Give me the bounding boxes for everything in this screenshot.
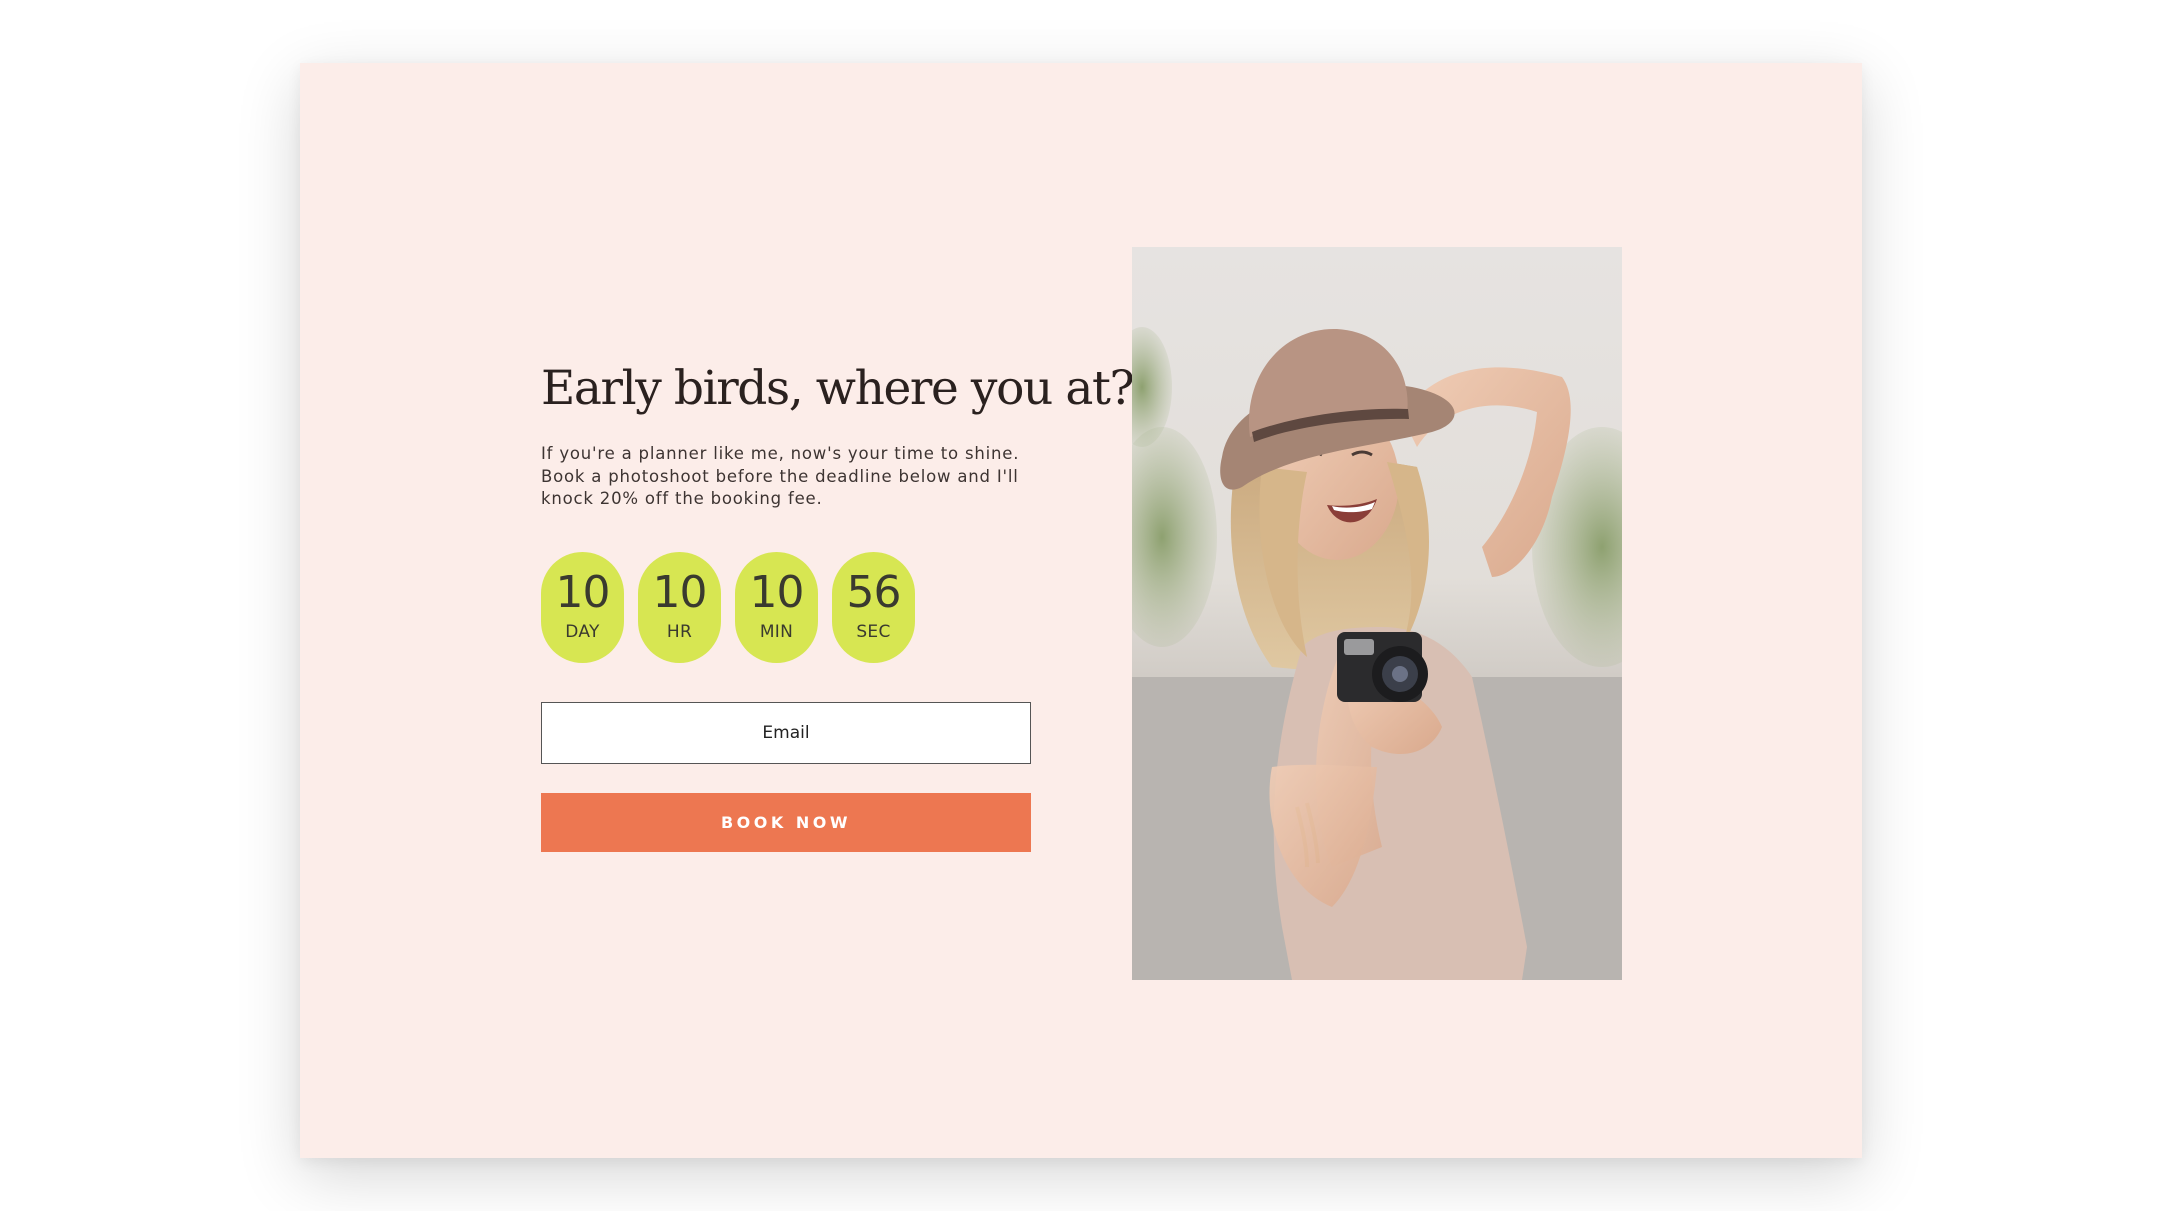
promo-card: Early birds, where you at? If you're a p… xyxy=(300,63,1862,1158)
countdown-seconds-label: SEC xyxy=(856,621,891,642)
photographer-photo xyxy=(1132,247,1622,980)
page-title: Early birds, where you at? xyxy=(541,361,1135,416)
promo-content: Early birds, where you at? If you're a p… xyxy=(541,359,1135,852)
countdown-hours-value: 10 xyxy=(652,566,708,618)
promo-description: If you're a planner like me, now's your … xyxy=(541,444,1020,508)
countdown-minutes-value: 10 xyxy=(749,566,805,618)
countdown-days: 10 DAY xyxy=(541,551,624,663)
countdown-days-value: 10 xyxy=(555,566,611,618)
countdown-minutes-label: MIN xyxy=(759,621,794,642)
email-field[interactable] xyxy=(541,701,1031,764)
countdown-hours: 10 HR xyxy=(638,551,721,663)
countdown-seconds: 56 SEC xyxy=(832,551,915,663)
countdown-timer: 10 DAY 10 HR 10 MIN 56 SEC xyxy=(541,551,1031,663)
countdown-hours-label: HR xyxy=(666,621,693,642)
countdown-days-label: DAY xyxy=(565,621,600,642)
countdown-seconds-value: 56 xyxy=(846,566,902,618)
countdown-minutes: 10 MIN xyxy=(735,551,818,663)
book-now-button[interactable]: BOOK NOW xyxy=(541,792,1031,852)
